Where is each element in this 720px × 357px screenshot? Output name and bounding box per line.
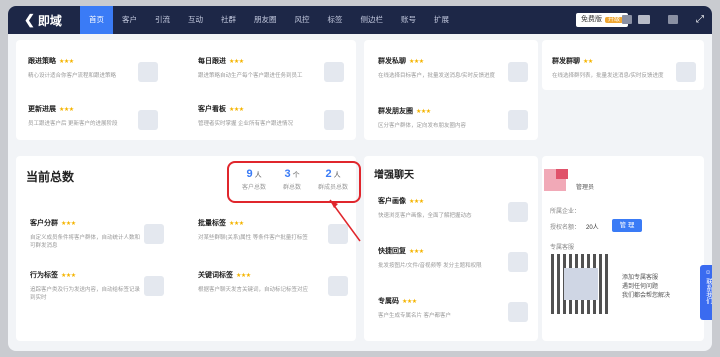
app-window: ❮ 即域 首页 客户 引流 互动 社群 朋友圈 风控 标签 侧边栏 账号 扩展 …	[8, 6, 712, 351]
annotation-arrow	[329, 199, 361, 242]
